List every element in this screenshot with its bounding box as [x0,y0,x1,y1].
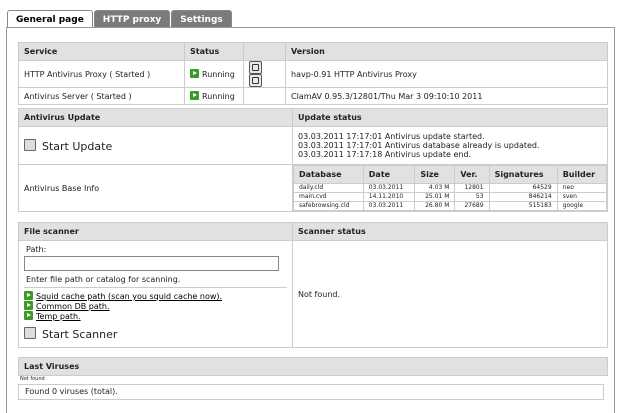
start-update-label: Start Update [42,139,113,153]
file-scanner-panel: Path: Enter file path or catalog for sca… [18,240,293,348]
status-text: Running [202,92,235,101]
db-ver: 12801 [454,183,490,193]
status-cell: Running [184,87,244,105]
path-label: Path: [26,245,47,254]
start-scanner-label: Start Scanner [42,328,118,341]
db-ver: 53 [454,192,490,202]
arrow-icon [24,291,33,300]
antivirus-update-table: Antivirus Update Update status Start Upd… [18,108,608,212]
update-log: 03.03.2011 17:17:01 Antivirus update sta… [292,126,608,165]
db-signatures: 515183 [488,201,558,211]
version-text: ClamAV 0.95.3/12801/Thu Mar 3 09:10:10 2… [285,87,608,105]
log-line: 03.03.2011 17:17:18 Antivirus update end… [298,150,472,159]
db-name: main.cvd [293,192,364,202]
table-row: main.cvd 14.11.2010 25.01 M 53 846214 sv… [293,192,608,202]
version-text: havp-0.91 HTTP Antivirus Proxy [285,60,608,88]
restart-icon[interactable] [249,61,262,74]
db-ver: 27689 [454,201,490,211]
file-scanner-title: File scanner [18,222,293,241]
log-line: 03.03.2011 17:17:01 Antivirus database a… [298,141,540,150]
tab-settings[interactable]: Settings [171,10,232,28]
viruses-small-text: Not found [20,376,45,382]
squid-cache-link[interactable]: Squid cache path (scan you squid cache n… [36,292,222,301]
db-builder: neo [556,183,608,193]
tab-general-page[interactable]: General page [7,10,93,28]
col-ver: Ver. [454,165,490,184]
arrow-icon [24,301,33,310]
db-size: 4.03 M [414,183,456,193]
db-size: 25.01 M [414,192,456,202]
col-date: Date [362,165,416,184]
file-scanner-table: File scanner Scanner status Path: Enter … [18,222,608,348]
actions-cell [243,87,286,105]
col-size: Size [414,165,456,184]
db-date: 03.03.2011 [362,201,416,211]
col-builder: Builder [556,165,608,184]
table-row: HTTP Antivirus Proxy ( Started ) Running… [18,60,608,88]
last-viruses-table: Last Viruses [18,357,608,376]
db-signatures: 64529 [488,183,558,193]
db-name: safebrowsing.cld [293,201,364,211]
table-row: safebrowsing.cld 03.03.2011 26.80 M 2768… [293,201,608,211]
start-update-button[interactable]: Start Update [24,138,113,153]
db-builder: sven [556,192,608,202]
start-scanner-button[interactable]: Start Scanner [24,327,287,341]
actions-cell [243,60,286,88]
base-info-label: Antivirus Base Info [18,164,293,212]
start-update-cell: Start Update [18,126,293,165]
tab-bar: General page HTTP proxy Settings [7,10,233,28]
status-text: Running [202,70,235,79]
table-row: Antivirus Server ( Started ) Running Cla… [18,87,608,105]
running-icon [190,91,199,100]
db-builder: google [556,201,608,211]
update-status-title: Update status [292,108,608,127]
db-signatures: 846214 [488,192,558,202]
stop-icon[interactable] [249,74,262,87]
common-db-link[interactable]: Common DB path. [36,302,110,311]
db-name: daily.cld [293,183,364,193]
status-cell: Running [184,60,244,88]
log-line: 03.03.2011 17:17:01 Antivirus update sta… [298,132,485,141]
running-icon [190,69,199,78]
arrow-icon [24,311,33,320]
scanner-status-title: Scanner status [292,222,608,241]
scanner-status-text: Not found. [292,240,608,348]
col-signatures: Signatures [488,165,558,184]
service-name: HTTP Antivirus Proxy ( Started ) [18,60,185,88]
last-viruses-title: Last Viruses [18,357,608,376]
service-name: Antivirus Server ( Started ) [18,87,185,105]
db-size: 26.80 M [414,201,456,211]
antivirus-update-title: Antivirus Update [18,108,293,127]
col-database: Database [293,165,364,184]
col-service: Service [18,42,185,61]
path-links: Squid cache path (scan you squid cache n… [24,287,287,321]
viruses-summary: Found 0 viruses (total). [18,384,604,400]
col-version: Version [285,42,608,61]
col-status: Status [184,42,244,61]
services-table: Service Status Version HTTP Antivirus Pr… [18,42,608,105]
scanner-icon [24,327,36,339]
path-hint: Enter file path or catalog for scanning. [26,275,181,284]
path-input[interactable] [24,256,279,271]
temp-path-link[interactable]: Temp path. [36,312,81,321]
database-cell: Database Date Size Ver. Signatures Build… [292,164,608,212]
col-actions [243,42,286,61]
database-table: Database Date Size Ver. Signatures Build… [293,165,608,211]
table-row: daily.cld 03.03.2011 4.03 M 12801 64529 … [293,183,608,193]
tab-http-proxy[interactable]: HTTP proxy [93,10,171,28]
update-icon [24,138,36,151]
db-date: 03.03.2011 [362,183,416,193]
db-date: 14.11.2010 [362,192,416,202]
